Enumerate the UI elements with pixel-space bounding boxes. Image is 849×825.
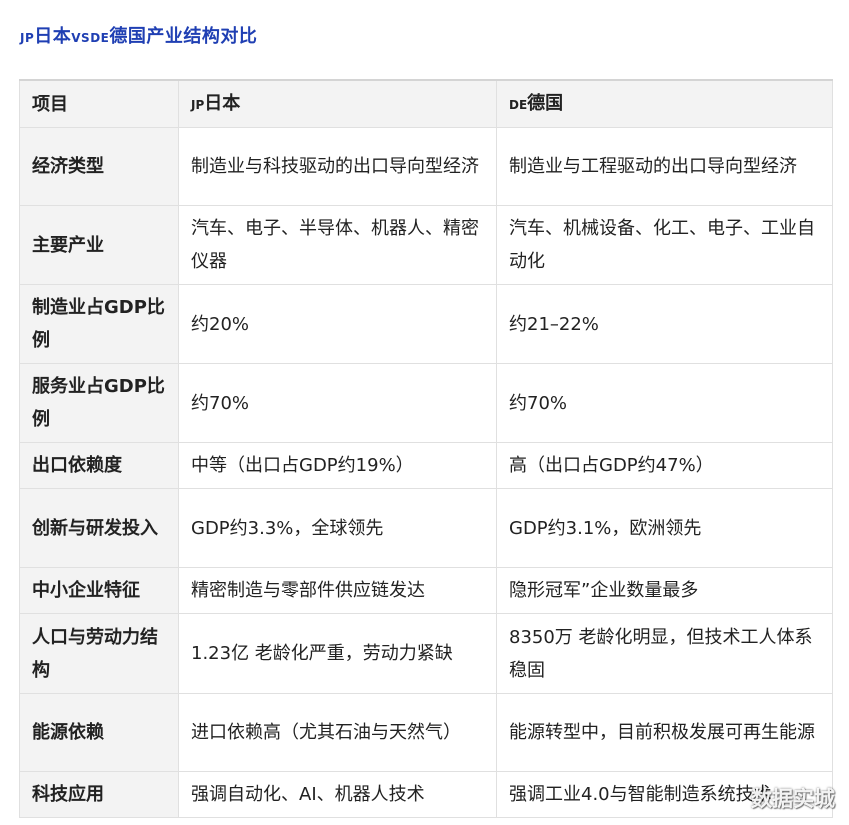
comparison-table: 项目 JP日本 DE德国 经济类型 制造业与科技驱动的出口导向型经济 制造业与工… <box>19 79 833 818</box>
germany-cell: 高（出口占GDP约47%） <box>496 442 833 489</box>
row-label: 科技应用 <box>19 771 179 818</box>
row-label: 能源依赖 <box>19 693 179 772</box>
table-row: 主要产业 汽车、电子、半导体、机器人、精密仪器 汽车、机械设备、化工、电子、工业… <box>19 205 833 285</box>
japan-cell: 进口依赖高（尤其石油与天然气） <box>178 693 497 772</box>
japan-cell: GDP约3.3%，全球领先 <box>178 488 497 568</box>
table-row: 科技应用 强调自动化、AI、机器人技术 强调工业4.0与智能制造系统技术 <box>19 771 833 818</box>
header-japan-code: JP <box>191 97 205 112</box>
japan-cell: 精密制造与零部件供应链发达 <box>178 567 497 614</box>
page-title: JP日本VSDE德国产业结构对比 <box>20 22 257 48</box>
germany-cell: 制造业与工程驱动的出口导向型经济 <box>496 127 833 206</box>
header-germany-code: DE <box>509 97 528 112</box>
table-row: 服务业占GDP比例 约70% 约70% <box>19 363 833 443</box>
header-japan-label: 日本 <box>204 92 241 114</box>
germany-cell: 能源转型中，目前积极发展可再生能源 <box>496 693 833 772</box>
header-japan: JP日本 <box>178 79 497 128</box>
header-germany-label: 德国 <box>527 92 564 114</box>
row-label: 主要产业 <box>19 205 179 285</box>
header-item: 项目 <box>19 79 179 128</box>
table-row: 人口与劳动力结构 1.23亿 老龄化严重，劳动力紧缺 8350万 老龄化明显，但… <box>19 613 833 694</box>
row-label: 出口依赖度 <box>19 442 179 489</box>
germany-cell: 隐形冠军”企业数量最多 <box>496 567 833 614</box>
row-label: 服务业占GDP比例 <box>19 363 179 443</box>
row-label: 人口与劳动力结构 <box>19 613 179 694</box>
germany-cell: 约70% <box>496 363 833 443</box>
japan-cell: 强调自动化、AI、机器人技术 <box>178 771 497 818</box>
japan-cell: 汽车、电子、半导体、机器人、精密仪器 <box>178 205 497 285</box>
japan-cell: 约20% <box>178 284 497 364</box>
table-row: 能源依赖 进口依赖高（尤其石油与天然气） 能源转型中，目前积极发展可再生能源 <box>19 693 833 772</box>
japan-cell: 约70% <box>178 363 497 443</box>
row-label: 制造业占GDP比例 <box>19 284 179 364</box>
header-item-label: 项目 <box>32 93 68 115</box>
table-row: 出口依赖度 中等（出口占GDP约19%） 高（出口占GDP约47%） <box>19 442 833 489</box>
watermark: 数据实城 <box>751 787 835 811</box>
germany-cell: 汽车、机械设备、化工、电子、工业自动化 <box>496 205 833 285</box>
table-row: 经济类型 制造业与科技驱动的出口导向型经济 制造业与工程驱动的出口导向型经济 <box>19 127 833 206</box>
title-jp-code: JP <box>20 31 35 45</box>
table-row: 创新与研发投入 GDP约3.3%，全球领先 GDP约3.1%，欧洲领先 <box>19 488 833 568</box>
table-header-row: 项目 JP日本 DE德国 <box>19 79 833 128</box>
title-rest: 德国产业结构对比 <box>109 26 258 47</box>
table-row: 中小企业特征 精密制造与零部件供应链发达 隐形冠军”企业数量最多 <box>19 567 833 614</box>
row-label: 中小企业特征 <box>19 567 179 614</box>
header-germany: DE德国 <box>496 79 833 128</box>
germany-cell: GDP约3.1%，欧洲领先 <box>496 488 833 568</box>
row-label: 创新与研发投入 <box>19 488 179 568</box>
japan-cell: 中等（出口占GDP约19%） <box>178 442 497 489</box>
title-japan: 日本 <box>34 26 72 47</box>
table-row: 制造业占GDP比例 约20% 约21–22% <box>19 284 833 364</box>
row-label: 经济类型 <box>19 127 179 206</box>
japan-cell: 1.23亿 老龄化严重，劳动力紧缺 <box>178 613 497 694</box>
japan-cell: 制造业与科技驱动的出口导向型经济 <box>178 127 497 206</box>
germany-cell: 约21–22% <box>496 284 833 364</box>
title-vsde: VSDE <box>71 31 110 45</box>
germany-cell: 8350万 老龄化明显，但技术工人体系稳固 <box>496 613 833 694</box>
